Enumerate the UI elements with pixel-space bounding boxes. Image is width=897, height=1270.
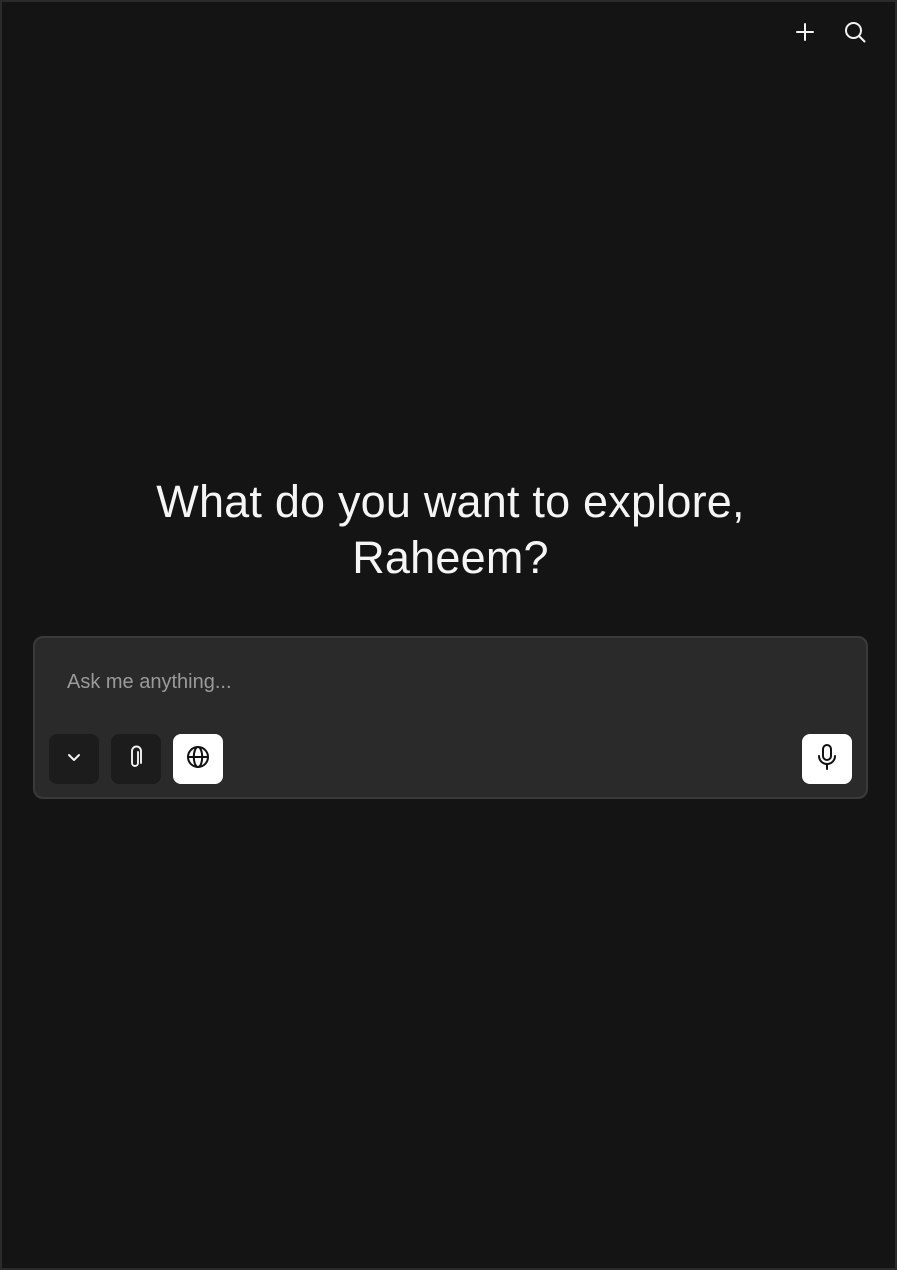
app-window: What do you want to explore, Raheem? [0,0,897,1270]
plus-icon [794,21,816,43]
page-title: What do you want to explore, Raheem? [156,476,745,583]
chevron-down-icon [65,748,83,771]
web-search-toggle[interactable] [173,734,223,784]
search-icon [843,20,867,44]
attach-file-button[interactable] [111,734,161,784]
new-chat-button[interactable] [789,16,821,48]
globe-icon [185,744,211,775]
voice-input-button[interactable] [802,734,852,784]
top-actions [789,16,871,48]
chat-composer [33,636,868,799]
search-button[interactable] [839,16,871,48]
paperclip-icon [124,744,148,775]
microphone-icon [814,743,840,776]
prompt-input[interactable] [67,668,827,696]
mode-dropdown-button[interactable] [49,734,99,784]
